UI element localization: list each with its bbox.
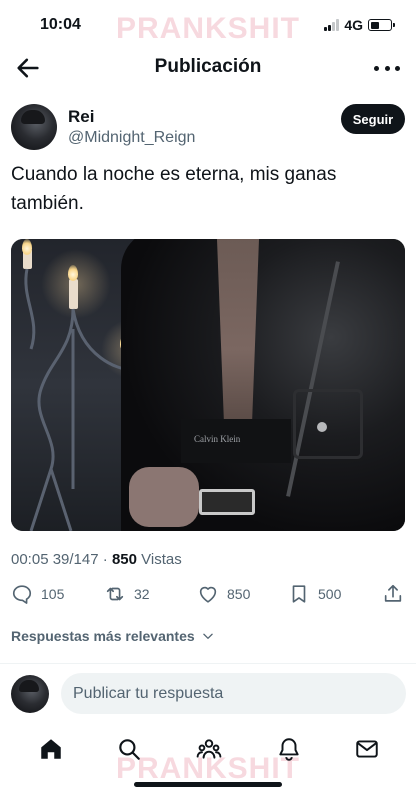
status-bar: 10:04 PRANKSHIT 4G [0,0,416,48]
bottom-tab-bar [0,728,416,772]
reply-button[interactable]: 105 [11,580,64,608]
home-indicator [134,782,282,787]
post-text-line-2: también. [11,193,84,214]
post-image[interactable]: Calvin Klein [11,239,405,531]
repost-button[interactable]: 32 [104,580,150,608]
header: Publicación [0,48,416,88]
repost-count: 32 [134,586,150,602]
jacket-pocket [293,389,363,459]
follow-button[interactable]: Seguir [341,104,405,134]
search-icon[interactable] [116,736,142,762]
meta-separator: · [102,551,108,568]
heart-icon [199,586,217,603]
network-label: 4G [344,17,363,33]
post-actions: 105 32 850 500 [0,580,416,608]
post-meta: 00:05 39/147 · 850 Vistas [11,551,182,568]
share-button[interactable] [382,580,404,608]
messages-icon[interactable] [354,736,380,762]
post-timestamp: 00:05 39/147 [11,551,99,568]
hand [129,467,199,527]
waistband-text: Calvin Klein [194,434,241,444]
author-name[interactable]: Rei [68,107,94,127]
reply-avatar [11,675,49,713]
repost-icon [106,587,124,601]
views-count[interactable]: 850 [112,551,137,568]
post-text: Cuando la noche es eterna, mis ganas tam… [11,160,405,218]
status-indicators: 4G [324,17,395,33]
reply-icon [12,585,32,604]
home-icon[interactable] [38,736,64,762]
battery-icon [368,19,395,31]
like-count: 850 [227,586,251,602]
share-icon [384,584,402,602]
more-options-icon[interactable] [374,56,400,80]
signal-icon [324,19,340,31]
views-label: Vistas [141,551,182,568]
page-title: Publicación [154,56,262,77]
bookmark-button[interactable]: 500 [288,580,341,608]
reply-input[interactable] [61,673,406,714]
post-text-line-1: Cuando la noche es eterna, mis ganas [11,164,337,185]
divider [0,663,416,664]
notifications-icon[interactable] [276,736,302,762]
reply-count: 105 [41,586,65,602]
bookmark-icon [292,585,306,603]
chevron-down-icon [202,633,213,639]
replies-sort-label: Respuestas más relevantes [11,628,195,644]
like-button[interactable]: 850 [197,580,250,608]
communities-icon[interactable] [196,736,222,762]
belt-buckle [199,489,255,515]
author-handle[interactable]: @Midnight_Reign [68,129,195,147]
bookmark-count: 500 [318,586,342,602]
jacket-snap [317,422,327,432]
author-avatar[interactable] [11,104,57,150]
replies-sort-dropdown[interactable]: Respuestas más relevantes [11,628,215,644]
